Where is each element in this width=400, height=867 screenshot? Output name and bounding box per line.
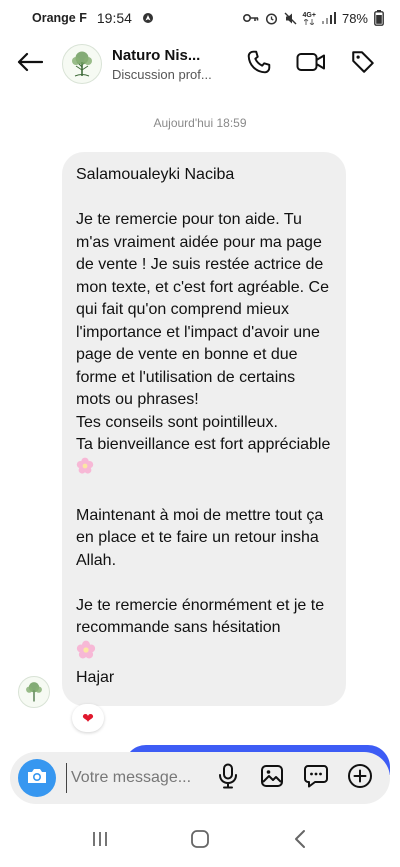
contact-subtitle: Discussion prof... bbox=[112, 66, 212, 82]
message-paragraph-2: Tes conseils sont pointilleux. bbox=[76, 413, 278, 431]
chat-bubble-icon bbox=[303, 764, 329, 793]
location-icon bbox=[142, 12, 154, 24]
back-button[interactable] bbox=[4, 36, 56, 92]
phone-icon bbox=[246, 49, 272, 80]
camera-button[interactable] bbox=[18, 759, 56, 797]
contact-avatar[interactable] bbox=[62, 44, 102, 84]
recent-apps-icon bbox=[90, 829, 110, 854]
status-bar: Orange F 19:54 4G+ 78% bbox=[0, 0, 400, 36]
video-call-button[interactable] bbox=[296, 49, 326, 79]
flower-emoji-icon bbox=[76, 640, 96, 668]
message-timestamp: Aujourd'hui 18:59 bbox=[153, 116, 247, 130]
call-button[interactable] bbox=[244, 49, 274, 79]
status-time: 19:54 bbox=[96, 10, 132, 26]
alarm-icon bbox=[265, 12, 278, 25]
received-message-bubble[interactable]: Salamoualeyki Naciba Je te remercie pour… bbox=[62, 152, 346, 706]
heart-reaction[interactable]: ❤ bbox=[72, 704, 104, 732]
heart-icon: ❤ bbox=[82, 709, 94, 726]
message-greeting: Salamoualeyki Naciba bbox=[76, 166, 235, 183]
arrow-left-icon bbox=[17, 52, 44, 77]
plus-circle-icon bbox=[347, 763, 373, 794]
home-icon bbox=[189, 828, 211, 855]
system-back-button[interactable] bbox=[280, 821, 320, 861]
sender-avatar[interactable] bbox=[18, 676, 50, 708]
message-input[interactable] bbox=[66, 763, 198, 793]
message-composer bbox=[10, 752, 390, 804]
system-nav-bar bbox=[0, 815, 400, 867]
contact-name[interactable]: Naturo Nis... bbox=[112, 47, 220, 64]
microphone-icon bbox=[217, 763, 239, 794]
image-icon bbox=[260, 764, 284, 793]
key-icon bbox=[242, 13, 259, 23]
mute-icon bbox=[284, 12, 297, 25]
message-paragraph-1: Je te remercie pour ton aide. Tu m'as vr… bbox=[76, 211, 329, 408]
recent-apps-button[interactable] bbox=[80, 821, 120, 861]
back-chevron-icon bbox=[292, 828, 308, 855]
tag-icon bbox=[350, 49, 376, 80]
message-signature: Hajar bbox=[76, 669, 115, 686]
tag-button[interactable] bbox=[348, 49, 378, 79]
home-button[interactable] bbox=[180, 821, 220, 861]
message-paragraph-5: Je te remercie énormément et je te recom… bbox=[76, 596, 325, 637]
network-icon: 4G+ bbox=[303, 12, 316, 25]
carrier-label: Orange F bbox=[32, 11, 87, 25]
gallery-button[interactable] bbox=[258, 764, 286, 792]
message-paragraph-3: Ta bienveillance est fort appréciable bbox=[76, 436, 331, 453]
battery-percent: 78% bbox=[341, 10, 368, 26]
sticker-button[interactable] bbox=[302, 764, 330, 792]
add-button[interactable] bbox=[346, 763, 374, 794]
chat-header: Naturo Nis... Discussion prof... bbox=[0, 36, 400, 92]
voice-message-button[interactable] bbox=[214, 763, 242, 794]
video-camera-icon bbox=[296, 50, 326, 79]
battery-icon bbox=[374, 10, 384, 26]
camera-icon bbox=[26, 766, 48, 791]
message-paragraph-4: Maintenant à moi de mettre tout ça en pl… bbox=[76, 506, 324, 569]
flower-emoji-icon bbox=[76, 457, 94, 483]
signal-icon bbox=[321, 12, 336, 24]
